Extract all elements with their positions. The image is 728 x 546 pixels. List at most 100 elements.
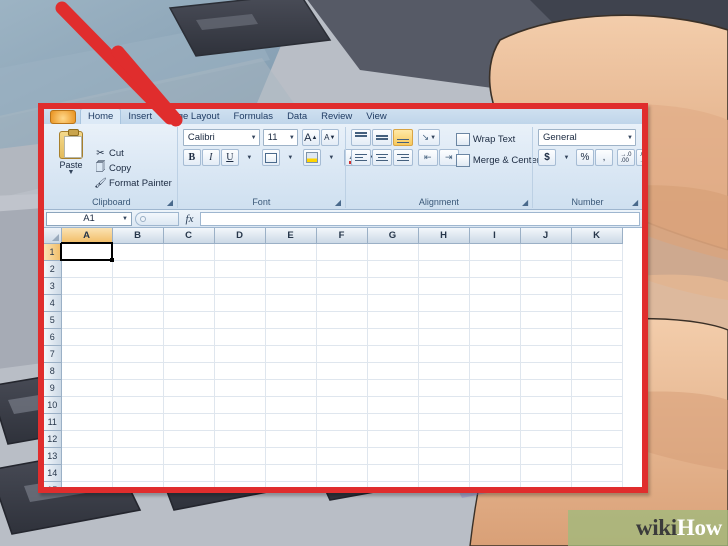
cell-E1[interactable]	[265, 243, 317, 261]
borders-button[interactable]	[261, 149, 280, 166]
row-header-4[interactable]: 4	[44, 294, 62, 312]
orientation-button[interactable]: ↘ ▼	[417, 129, 440, 146]
cell-G3[interactable]	[367, 277, 419, 295]
cell-J2[interactable]	[520, 260, 572, 278]
shrink-font-button[interactable]: A ▼	[320, 129, 339, 146]
cell-H7[interactable]	[418, 345, 470, 363]
italic-button[interactable]: I	[201, 149, 220, 166]
cell-K2[interactable]	[571, 260, 623, 278]
bold-button[interactable]: B	[182, 149, 201, 166]
cell-C10[interactable]	[163, 396, 215, 414]
cell-A9[interactable]	[61, 379, 113, 397]
cell-H10[interactable]	[418, 396, 470, 414]
worksheet-grid[interactable]: A B C D E F G H I J K 1 2 3 4 5 6 7 8 9 10 11 12 13 1…	[44, 228, 642, 487]
cell-A4[interactable]	[61, 294, 113, 312]
cell-D11[interactable]	[214, 413, 266, 431]
cell-G11[interactable]	[367, 413, 419, 431]
row-header-15[interactable]: 15	[44, 481, 62, 487]
cell-E6[interactable]	[265, 328, 317, 346]
row-header-9[interactable]: 9	[44, 379, 62, 397]
cell-I9[interactable]	[469, 379, 521, 397]
cell-E7[interactable]	[265, 345, 317, 363]
cell-G9[interactable]	[367, 379, 419, 397]
cell-I11[interactable]	[469, 413, 521, 431]
number-dialog-launcher-icon[interactable]: ◢	[632, 199, 640, 207]
cell-H3[interactable]	[418, 277, 470, 295]
column-header-c[interactable]: C	[163, 228, 215, 244]
cell-K12[interactable]	[571, 430, 623, 448]
column-header-g[interactable]: G	[367, 228, 419, 244]
cell-B1[interactable]	[112, 243, 164, 261]
cell-G5[interactable]	[367, 311, 419, 329]
cell-H9[interactable]	[418, 379, 470, 397]
align-middle-button[interactable]	[371, 129, 392, 146]
cell-E8[interactable]	[265, 362, 317, 380]
cell-G10[interactable]	[367, 396, 419, 414]
cell-J5[interactable]	[520, 311, 572, 329]
cell-H5[interactable]	[418, 311, 470, 329]
cell-A11[interactable]	[61, 413, 113, 431]
align-left-button[interactable]	[350, 149, 371, 166]
cell-D2[interactable]	[214, 260, 266, 278]
cell-B4[interactable]	[112, 294, 164, 312]
cell-H8[interactable]	[418, 362, 470, 380]
cell-I7[interactable]	[469, 345, 521, 363]
cell-E5[interactable]	[265, 311, 317, 329]
cell-H14[interactable]	[418, 464, 470, 482]
cell-E13[interactable]	[265, 447, 317, 465]
cell-J12[interactable]	[520, 430, 572, 448]
cell-E10[interactable]	[265, 396, 317, 414]
percent-button[interactable]: %	[576, 149, 594, 166]
row-header-1[interactable]: 1	[44, 243, 62, 261]
cell-G6[interactable]	[367, 328, 419, 346]
cell-J11[interactable]	[520, 413, 572, 431]
number-format-select[interactable]: General ▼	[538, 129, 636, 146]
cell-C2[interactable]	[163, 260, 215, 278]
cell-A15[interactable]	[61, 481, 113, 487]
cell-C15[interactable]	[163, 481, 215, 487]
cell-K10[interactable]	[571, 396, 623, 414]
cell-F9[interactable]	[316, 379, 368, 397]
column-header-k[interactable]: K	[571, 228, 623, 244]
cell-J8[interactable]	[520, 362, 572, 380]
row-header-12[interactable]: 12	[44, 430, 62, 448]
cell-J15[interactable]	[520, 481, 572, 487]
tab-view[interactable]: View	[359, 109, 393, 124]
cell-F13[interactable]	[316, 447, 368, 465]
tab-data[interactable]: Data	[280, 109, 314, 124]
cell-B2[interactable]	[112, 260, 164, 278]
borders-chevron-down-icon[interactable]: ▼	[281, 149, 299, 166]
cell-E12[interactable]	[265, 430, 317, 448]
cell-J6[interactable]	[520, 328, 572, 346]
cell-A13[interactable]	[61, 447, 113, 465]
row-header-8[interactable]: 8	[44, 362, 62, 380]
align-center-button[interactable]	[371, 149, 392, 166]
fill-color-chevron-down-icon[interactable]: ▼	[322, 149, 340, 166]
cell-J14[interactable]	[520, 464, 572, 482]
column-header-e[interactable]: E	[265, 228, 317, 244]
column-header-a[interactable]: A	[61, 228, 113, 244]
cell-A10[interactable]	[61, 396, 113, 414]
cell-E4[interactable]	[265, 294, 317, 312]
comma-button[interactable]: ,	[595, 149, 613, 166]
cell-D1[interactable]	[214, 243, 266, 261]
cell-B3[interactable]	[112, 277, 164, 295]
fill-color-button[interactable]	[302, 149, 321, 166]
cell-F3[interactable]	[316, 277, 368, 295]
font-dialog-launcher-icon[interactable]: ◢	[335, 199, 343, 207]
cell-G12[interactable]	[367, 430, 419, 448]
cell-C12[interactable]	[163, 430, 215, 448]
cell-B8[interactable]	[112, 362, 164, 380]
cell-A12[interactable]	[61, 430, 113, 448]
cell-B10[interactable]	[112, 396, 164, 414]
font-size-select[interactable]: 11 ▼	[262, 129, 298, 146]
cell-J3[interactable]	[520, 277, 572, 295]
cell-G7[interactable]	[367, 345, 419, 363]
cell-I3[interactable]	[469, 277, 521, 295]
name-box[interactable]: A1 ▼	[46, 211, 132, 226]
cell-B7[interactable]	[112, 345, 164, 363]
cell-B6[interactable]	[112, 328, 164, 346]
currency-button[interactable]: $	[538, 149, 556, 166]
chevron-down-icon[interactable]: ▼	[624, 135, 633, 141]
cell-C4[interactable]	[163, 294, 215, 312]
